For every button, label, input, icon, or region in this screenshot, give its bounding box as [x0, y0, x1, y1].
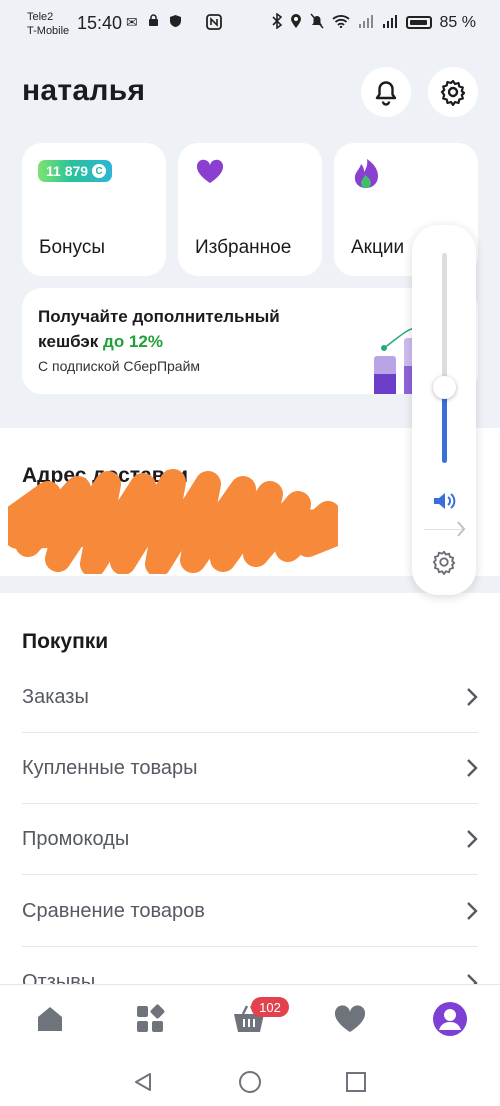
battery-icon [405, 16, 432, 29]
home-icon [38, 1007, 62, 1031]
fire-icon [354, 159, 378, 188]
wifi-icon [331, 14, 350, 31]
sberprime-promo-banner[interactable]: Получайте дополнительный кешбэк до 12% С… [22, 288, 478, 394]
notifications-button[interactable] [361, 67, 411, 117]
nav-profile[interactable] [430, 999, 470, 1039]
bonus-card[interactable]: 11 879 C Бонусы [22, 143, 166, 276]
system-recents-button[interactable] [341, 1067, 371, 1097]
purchases-title: Покупки [22, 630, 109, 653]
bonus-amount: 11 879 [46, 163, 89, 179]
nav-cart[interactable]: 102 [229, 997, 289, 1039]
battery-percent: 85 % [439, 13, 476, 31]
bell-muted-icon [309, 13, 324, 32]
recents-square-icon [346, 1072, 366, 1092]
settings-button[interactable] [428, 67, 478, 117]
nav-favorites[interactable] [330, 999, 370, 1039]
signal-icon-1 [358, 14, 374, 31]
back-triangle-icon [135, 1073, 151, 1091]
heart-icon [334, 1005, 366, 1032]
heart-icon [196, 159, 224, 183]
bonus-balance-pill: 11 879 C [38, 160, 113, 182]
signal-icon-2 [382, 14, 398, 31]
catalog-icon [137, 1004, 165, 1032]
volume-slider-thumb[interactable] [433, 376, 456, 399]
menu-item-label: Купленные товары [22, 756, 198, 779]
cart-count-badge: 102 [251, 997, 289, 1017]
system-navigation-bar [0, 1056, 500, 1106]
system-back-button[interactable] [128, 1067, 158, 1097]
status-bar: Tele2 T-Mobile 15:40 ✉ 85 % [0, 0, 500, 48]
nav-catalog[interactable] [130, 999, 170, 1039]
shield-icon [169, 14, 182, 33]
home-circle-icon [239, 1071, 261, 1093]
favorites-card[interactable]: Избранное [178, 143, 322, 276]
bluetooth-icon [271, 12, 282, 32]
menu-item-orders[interactable]: Заказы [22, 662, 478, 733]
notification-icons: ✉ [126, 14, 222, 33]
gear-icon [440, 79, 466, 106]
nav-home[interactable] [30, 999, 70, 1039]
address-redaction-scribble [8, 469, 338, 574]
chevron-right-icon [467, 902, 478, 920]
system-icons: 85 % [271, 12, 476, 32]
sound-settings-icon[interactable] [431, 549, 457, 575]
system-home-button[interactable] [235, 1067, 265, 1097]
promo-subtitle: С подпиской СберПрайм [38, 358, 201, 374]
location-icon [290, 13, 302, 32]
menu-item-label: Промокоды [22, 827, 130, 850]
menu-item-purchased-goods[interactable]: Купленные товары [22, 733, 478, 804]
promo-cashback-highlight: до 12% [103, 332, 163, 351]
menu-item-label: Заказы [22, 685, 89, 708]
bottom-navigation: 102 [0, 984, 500, 1056]
chevron-right-icon [467, 759, 478, 777]
promo-line-2-prefix: кешбэк [38, 332, 104, 351]
chevron-right-icon [467, 688, 478, 706]
profile-icon [433, 1002, 467, 1036]
chevron-right-icon [467, 830, 478, 848]
username-title: наталья [22, 74, 146, 107]
carrier-1: Tele2 [27, 11, 54, 23]
volume-slider[interactable] [433, 253, 456, 463]
bonus-label: Бонусы [39, 237, 105, 258]
status-time: 15:40 [77, 13, 123, 33]
bell-icon [375, 81, 397, 106]
nfc-icon [205, 14, 222, 33]
favorites-label: Избранное [195, 237, 292, 258]
menu-item-compare[interactable]: Сравнение товаров [22, 876, 478, 947]
promo-line-1: Получайте дополнительный [38, 307, 280, 326]
menu-item-promocodes[interactable]: Промокоды [22, 804, 478, 875]
carrier-2: T-Mobile [27, 25, 70, 37]
volume-panel [412, 225, 476, 595]
menu-item-label: Сравнение товаров [22, 899, 205, 922]
chevron-right-icon[interactable] [456, 519, 466, 539]
carrier-info: Tele2 T-Mobile [27, 10, 69, 38]
promo-line-2: кешбэк до 12% [38, 332, 163, 352]
lock-icon [148, 14, 159, 33]
bonus-coin-icon: C [92, 164, 107, 178]
speaker-icon[interactable] [432, 491, 458, 511]
promos-label: Акции [351, 237, 405, 258]
mail-icon: ✉ [126, 14, 138, 30]
